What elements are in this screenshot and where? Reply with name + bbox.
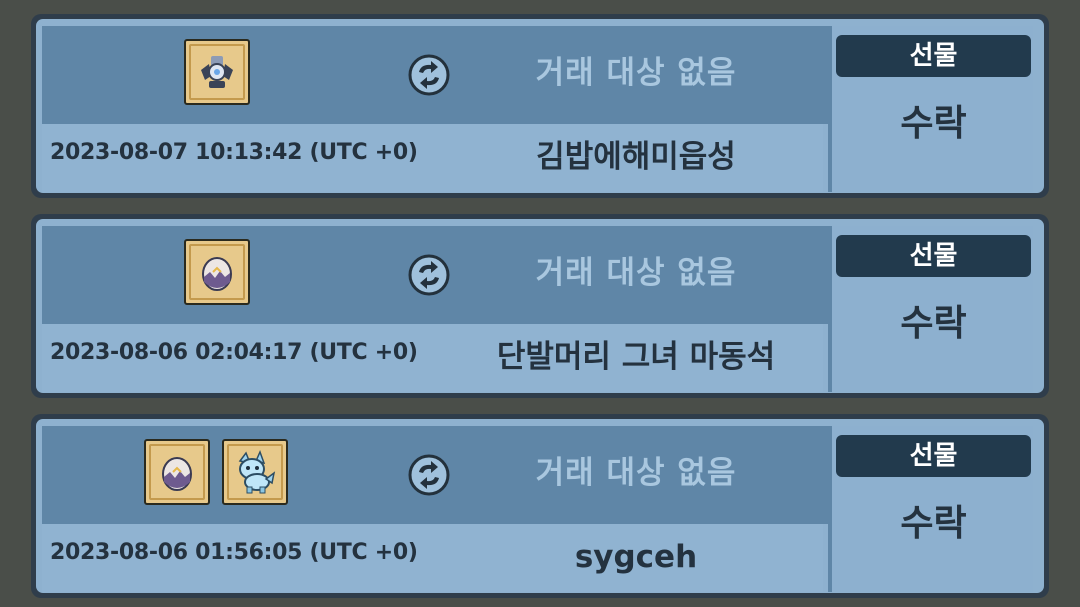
trade-row-panel: 거래 대상 없음 2023-08-07 10:13:42 (UTC +0) 김밥… [36, 19, 1044, 193]
trade-row: 거래 대상 없음 2023-08-06 02:04:17 (UTC +0) 단발… [31, 214, 1049, 398]
swap-icon [408, 254, 450, 296]
trade-row-panel: 거래 대상 없음 2023-08-06 02:04:17 (UTC +0) 단발… [36, 219, 1044, 393]
winged-crest-icon[interactable] [184, 39, 250, 105]
trade-partner-name: 김밥에해미읍성 [536, 139, 736, 175]
trade-item-list [144, 439, 288, 509]
trade-partner-name: sygceh [574, 539, 698, 575]
trade-timestamp: 2023-08-07 10:13:42 (UTC +0) [50, 140, 418, 165]
swap-icon [408, 54, 450, 96]
gift-badge: 선물 [836, 235, 1031, 277]
trade-status-text: 거래 대상 없음 [535, 255, 737, 291]
gift-badge: 선물 [836, 435, 1031, 477]
accept-button[interactable]: 수락 [836, 499, 1031, 549]
trade-timestamp: 2023-08-06 02:04:17 (UTC +0) [50, 340, 418, 365]
accept-button[interactable]: 수락 [836, 299, 1031, 349]
trade-item-list [184, 39, 250, 109]
trade-row: 거래 대상 없음 2023-08-07 10:13:42 (UTC +0) 김밥… [31, 14, 1049, 198]
accept-button[interactable]: 수락 [836, 99, 1031, 149]
egg-icon[interactable] [144, 439, 210, 505]
trade-partner-name: 단발머리 그녀 마동석 [496, 339, 776, 375]
trade-item-list [184, 239, 250, 309]
trade-status-text: 거래 대상 없음 [535, 455, 737, 491]
gift-badge: 선물 [836, 35, 1031, 77]
egg-icon[interactable] [184, 239, 250, 305]
trade-row-panel: 거래 대상 없음 2023-08-06 01:56:05 (UTC +0) sy… [36, 419, 1044, 593]
trade-status-text: 거래 대상 없음 [535, 55, 737, 91]
trade-timestamp: 2023-08-06 01:56:05 (UTC +0) [50, 540, 418, 565]
swap-icon [408, 454, 450, 496]
blue-dragon-pet-icon[interactable] [222, 439, 288, 505]
trade-row: 거래 대상 없음 2023-08-06 01:56:05 (UTC +0) sy… [31, 414, 1049, 598]
